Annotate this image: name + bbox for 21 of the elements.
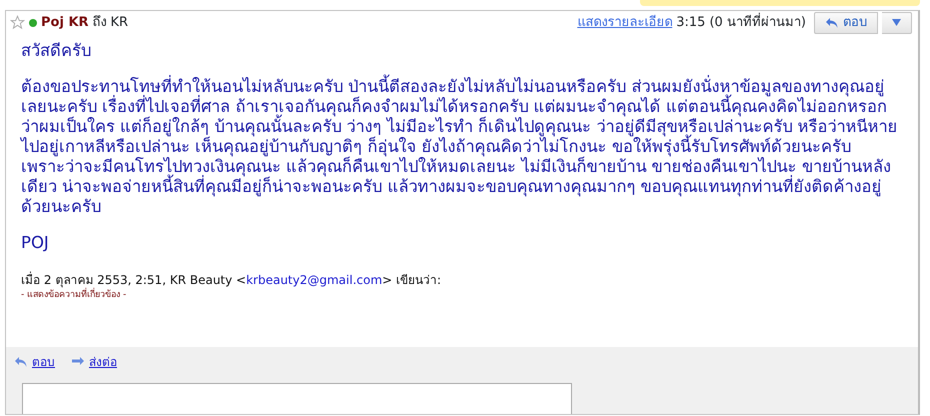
reply-icon <box>825 17 839 29</box>
message-time: 3:15 <box>676 14 706 32</box>
greeting-text: สวัสดีครับ <box>21 41 92 61</box>
quote-attribution: เมื่อ 2 ตุลาคม 2553, 2:51, KR Beauty <krbeauty2@gmail.com> เขียนว่า: <box>20 271 442 288</box>
reply-link[interactable]: ตอบ <box>32 352 55 370</box>
email-link[interactable]: krbeauty2@gmail.com <box>246 273 382 287</box>
signature-text: POJ <box>21 233 50 253</box>
caret-icon <box>892 19 901 26</box>
reply-button[interactable]: ตอบ <box>814 12 878 34</box>
show-quoted-link[interactable]: - แสดงข้อความที่เกี่ยวข้อง - <box>6 289 918 302</box>
forward-icon[interactable] <box>71 356 85 368</box>
reply-icon[interactable] <box>14 356 28 368</box>
message-paragraph: ต้องขอประทานโทษที่ทำให้นอนไม่หลับนะครับ ป่านนี้ตีสองละยังไม่หลับไม่นอนหรือครับ ส่วนผมยังนั่งหาข้อมูลของทางคุณอยู่เลยนะครับ เรื่องที่ไปเจอที่ศาล ถ้าเราเจอกันคุณก็คงจำผมไม่ได้หรอกครับ แต่ผมนะจำคุณได้ แต่ตอนนี้คุณคงคิดไม่ออกหรอกว่าผมเป็นใคร แต่ก็อยู่ใกล้ๆ บ้านคุณนั้นละครับ ว่างๆ ไม่มีอะไรทำ ก็เดินไปดูคุณนะ ว่าอยู่ดีมีสุขหรือเปล่านะครับ หรือว่าหนีหายไปอยู่เกาหลีหรือเปล่านะ เห็นคุณอยู่บ้านกับญาติๆ ก็อุ่นใจ ยังไงถ้าคุณคิดว่าไม่โกงนะ ขอให้พรุ่งนี้รับโทรศัพท์ด้วยนะครับ เพราะว่าจะมีคนโทรไปทวงเงินคุณนะ แล้วคุณก็คืนเขาไปให้หมดเลยนะ ไม่มีเงินก็ขายบ้าน ขายช่องคืนเขาไปนะ ขายบ้านหลังเดียว น่าจะพอจ่ายหนี้สินที่คุณมีอยู่ก็น่าจะพอนะครับ แล้วทางผมจะขอบคุณทางคุณมากๆ ขอบคุณแทนทุกท่านที่ยังติดค้างอยู่ด้วยนะครับ <box>21 77 898 217</box>
recipient-name: KR <box>110 14 128 32</box>
sender-name: Poj KR <box>41 14 89 32</box>
show-details-link[interactable]: แสดงรายละเอียด <box>577 13 672 33</box>
to-label: ถึง <box>92 14 107 32</box>
forward-link[interactable]: ส่งต่อ <box>89 352 117 370</box>
more-actions-button[interactable] <box>882 12 912 34</box>
reply-box[interactable] <box>22 382 572 414</box>
time-ago: (0 นาทีที่ผ่านมา) <box>709 13 806 33</box>
